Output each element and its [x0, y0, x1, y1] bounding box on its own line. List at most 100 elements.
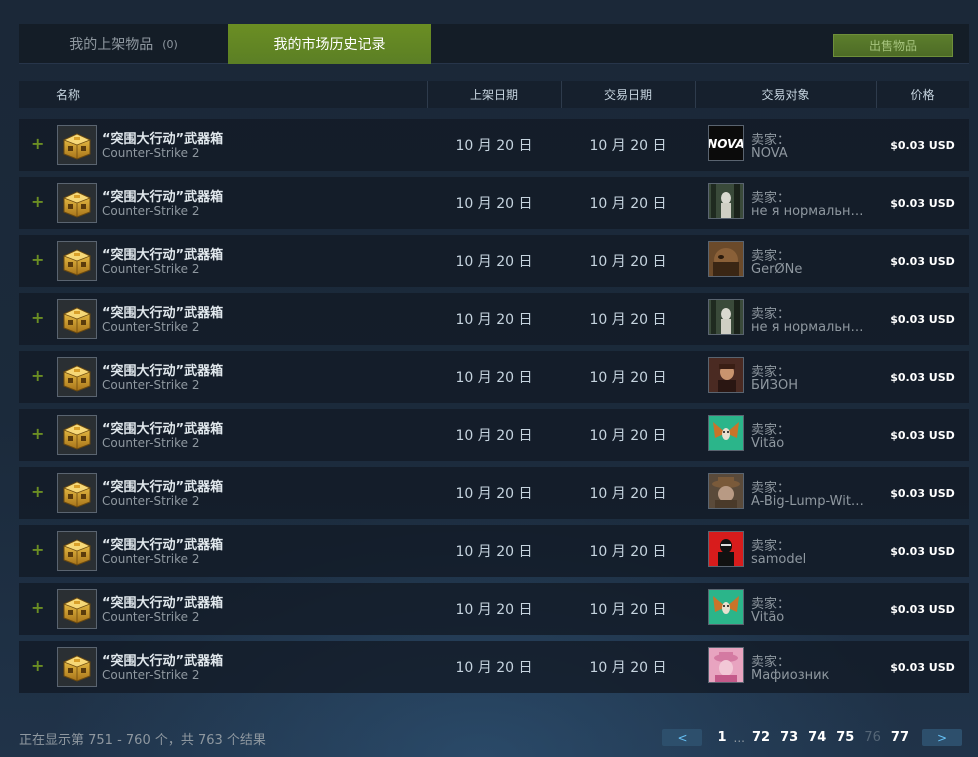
history-row: + “突围大行动”武器箱 Counter-Strike 2 10 月 20 日 — [19, 641, 969, 693]
brown-avatar[interactable] — [708, 241, 744, 277]
item-name[interactable]: “突围大行动”武器箱 — [102, 360, 223, 379]
red-avatar[interactable] — [708, 531, 744, 567]
tab-my-listings-label: 我的上架物品 — [69, 37, 154, 53]
history-row: + “突围大行动”武器箱 Counter-Strike 2 10 月 20 日 — [19, 119, 969, 171]
forest-avatar[interactable] — [708, 183, 744, 219]
header-acted-on: 交易日期 — [603, 88, 652, 102]
pink-avatar[interactable] — [708, 647, 744, 683]
page-link[interactable]: 72 — [747, 730, 775, 745]
acted-date: 10 月 20 日 — [589, 370, 667, 386]
expand-plus-icon[interactable]: + — [31, 191, 44, 213]
expand-plus-icon[interactable]: + — [31, 365, 44, 387]
weapon-case-icon[interactable] — [57, 589, 97, 629]
listed-date: 10 月 20 日 — [455, 544, 533, 560]
expand-plus-icon[interactable]: + — [31, 597, 44, 619]
page-link-last[interactable]: 77 — [886, 730, 914, 745]
hat-avatar[interactable] — [708, 473, 744, 509]
history-row: + “突围大行动”武器箱 Counter-Strike 2 10 月 20 日 — [19, 467, 969, 519]
item-name[interactable]: “突围大行动”武器箱 — [102, 650, 223, 669]
acted-date: 10 月 20 日 — [589, 602, 667, 618]
next-page-button[interactable]: > — [922, 729, 962, 746]
forest-avatar[interactable] — [708, 299, 744, 335]
weapon-case-icon[interactable] — [57, 531, 97, 571]
weapon-case-icon[interactable] — [57, 473, 97, 513]
butterfly-avatar[interactable] — [708, 415, 744, 451]
listed-date: 10 月 20 日 — [455, 660, 533, 676]
svg-text:NOVA: NOVA — [709, 137, 743, 151]
item-name[interactable]: “突围大行动”武器箱 — [102, 592, 223, 611]
weapon-case-icon[interactable] — [57, 125, 97, 165]
item-price: $0.03 USD — [890, 544, 955, 558]
item-game-name: Counter-Strike 2 — [102, 552, 200, 566]
item-name[interactable]: “突围大行动”武器箱 — [102, 534, 223, 553]
seller-name[interactable]: Vitão — [751, 436, 784, 451]
seller-name[interactable]: NOVA — [751, 146, 788, 161]
acted-date: 10 月 20 日 — [589, 660, 667, 676]
expand-plus-icon[interactable]: + — [31, 655, 44, 677]
history-row: + “突围大行动”武器箱 Counter-Strike 2 10 月 20 日 — [19, 351, 969, 403]
item-price: $0.03 USD — [890, 660, 955, 674]
butterfly-avatar[interactable] — [708, 589, 744, 625]
expand-plus-icon[interactable]: + — [31, 249, 44, 271]
portrait-avatar[interactable] — [708, 357, 744, 393]
header-listed-on: 上架日期 — [469, 88, 518, 102]
seller-name[interactable]: A-Big-Lump-Wit… — [751, 494, 864, 509]
tab-market-history-label: 我的市场历史记录 — [273, 37, 386, 53]
weapon-case-icon[interactable] — [57, 183, 97, 223]
listed-date: 10 月 20 日 — [455, 196, 533, 212]
item-name[interactable]: “突围大行动”武器箱 — [102, 186, 223, 205]
tab-market-history[interactable]: 我的市场历史记录 — [228, 24, 431, 64]
page-link-first[interactable]: 1 — [712, 730, 731, 745]
expand-plus-icon[interactable]: + — [31, 539, 44, 561]
seller-name[interactable]: не я нормальный — [751, 204, 869, 219]
item-price: $0.03 USD — [890, 312, 955, 326]
item-game-name: Counter-Strike 2 — [102, 668, 200, 682]
history-row: + “突围大行动”武器箱 Counter-Strike 2 10 月 20 日 — [19, 525, 969, 577]
weapon-case-icon[interactable] — [57, 647, 97, 687]
listed-date: 10 月 20 日 — [455, 312, 533, 328]
history-row: + “突围大行动”武器箱 Counter-Strike 2 10 月 20 日 — [19, 293, 969, 345]
acted-date: 10 月 20 日 — [589, 312, 667, 328]
results-summary: 正在显示第 751 - 760 个，共 763 个结果 — [19, 733, 266, 748]
weapon-case-icon[interactable] — [57, 241, 97, 281]
item-game-name: Counter-Strike 2 — [102, 320, 200, 334]
item-game-name: Counter-Strike 2 — [102, 204, 200, 218]
sell-item-button[interactable]: 出售物品 — [833, 34, 953, 57]
item-price: $0.03 USD — [890, 196, 955, 210]
prev-page-button[interactable]: < — [662, 729, 703, 746]
page-link[interactable]: 73 — [775, 730, 803, 745]
acted-date: 10 月 20 日 — [589, 428, 667, 444]
seller-name[interactable]: БИЗОН — [751, 378, 798, 393]
history-row: + “突围大行动”武器箱 Counter-Strike 2 10 月 20 日 — [19, 583, 969, 635]
item-game-name: Counter-Strike 2 — [102, 494, 200, 508]
nova-avatar[interactable]: NOVA — [708, 125, 744, 161]
item-price: $0.03 USD — [890, 254, 955, 268]
item-name[interactable]: “突围大行动”武器箱 — [102, 244, 223, 263]
acted-date: 10 月 20 日 — [589, 138, 667, 154]
seller-name[interactable]: samodel — [751, 552, 806, 567]
weapon-case-icon[interactable] — [57, 415, 97, 455]
expand-plus-icon[interactable]: + — [31, 307, 44, 329]
seller-name[interactable]: не я нормальный — [751, 320, 869, 335]
listed-date: 10 月 20 日 — [455, 370, 533, 386]
expand-plus-icon[interactable]: + — [31, 481, 44, 503]
listed-date: 10 月 20 日 — [455, 138, 533, 154]
seller-name[interactable]: Vitão — [751, 610, 784, 625]
page-link[interactable]: 74 — [803, 730, 831, 745]
expand-plus-icon[interactable]: + — [31, 133, 44, 155]
item-name[interactable]: “突围大行动”武器箱 — [102, 418, 223, 437]
item-game-name: Counter-Strike 2 — [102, 610, 200, 624]
header-who: 交易对象 — [761, 88, 810, 102]
weapon-case-icon[interactable] — [57, 357, 97, 397]
tab-my-listings[interactable]: 我的上架物品 (0) — [19, 24, 228, 64]
seller-name[interactable]: Мафиозник — [751, 668, 829, 683]
item-name[interactable]: “突围大行动”武器箱 — [102, 128, 223, 147]
item-price: $0.03 USD — [890, 370, 955, 384]
seller-name[interactable]: ĜerØNe — [751, 262, 802, 277]
item-name[interactable]: “突围大行动”武器箱 — [102, 302, 223, 321]
acted-date: 10 月 20 日 — [589, 486, 667, 502]
expand-plus-icon[interactable]: + — [31, 423, 44, 445]
weapon-case-icon[interactable] — [57, 299, 97, 339]
item-name[interactable]: “突围大行动”武器箱 — [102, 476, 223, 495]
page-link[interactable]: 75 — [831, 730, 859, 745]
